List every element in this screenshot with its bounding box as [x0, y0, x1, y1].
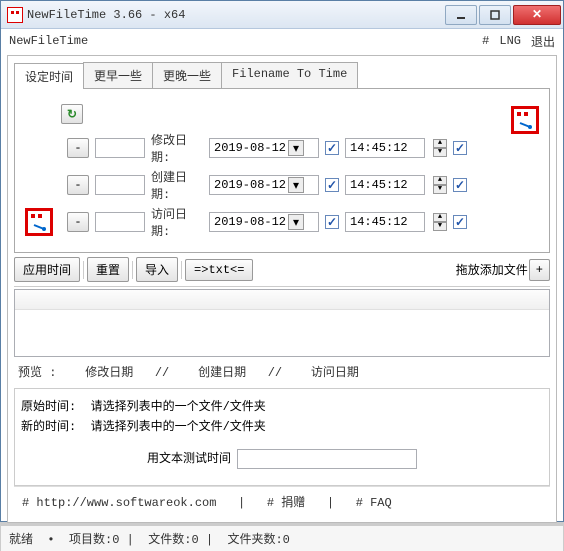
access-time-spinner[interactable]: ▲▼	[433, 213, 447, 231]
offset-access-input[interactable]	[95, 212, 145, 232]
link-homepage[interactable]: # http://www.softwareok.com	[22, 496, 216, 510]
refresh-icon: ↻	[67, 107, 77, 122]
drag-hint: 拖放添加文件	[456, 261, 528, 278]
minus-access-button[interactable]: -	[67, 212, 89, 232]
txt-button[interactable]: =>txt<=	[185, 259, 253, 281]
link-donate[interactable]: # 捐赠	[267, 496, 305, 510]
calendar-icon[interactable]: ▾	[288, 177, 304, 193]
apply-time-button[interactable]: 应用时间	[14, 257, 80, 282]
maximize-button[interactable]	[479, 5, 511, 25]
access-date-check[interactable]: ✓	[325, 215, 339, 229]
status-bar: 就绪 • 项目数:0 | 文件数:0 | 文件夹数:0	[1, 525, 563, 551]
modify-time-check[interactable]: ✓	[453, 141, 467, 155]
create-label: 创建日期:	[151, 168, 203, 202]
create-time-input[interactable]: 14:45:12	[345, 175, 425, 195]
orig-time-label: 原始时间:	[21, 400, 76, 414]
create-date-check[interactable]: ✓	[325, 178, 339, 192]
test-label: 用文本测试时间	[147, 449, 231, 469]
tab-filename-to-time[interactable]: Filename To Time	[221, 62, 358, 88]
content-area: 设定时间 更早一些 更晚一些 Filename To Time ↻ - 修改日期…	[7, 55, 557, 523]
minimize-button[interactable]	[445, 5, 477, 25]
tab-set-time[interactable]: 设定时间	[14, 63, 84, 89]
preview-row: 预览 : 修改日期 // 创建日期 // 访问日期	[14, 357, 550, 386]
offset-modify-input[interactable]	[95, 138, 145, 158]
window: NewFileTime 3.66 - x64 ✕ NewFileTime # L…	[0, 0, 564, 522]
offset-create-input[interactable]	[95, 175, 145, 195]
access-date-input[interactable]: 2019-08-12▾	[209, 212, 319, 232]
access-time-check[interactable]: ✓	[453, 215, 467, 229]
reset-button[interactable]: 重置	[87, 257, 129, 282]
menu-bar: NewFileTime # LNG 退出	[1, 29, 563, 53]
tab-earlier[interactable]: 更早一些	[83, 62, 153, 88]
calendar-icon[interactable]: ▾	[288, 214, 304, 230]
new-time-label: 新的时间:	[21, 420, 76, 434]
menu-lng[interactable]: LNG	[499, 34, 521, 48]
status-files: 文件数:0	[148, 533, 198, 547]
info-block: 原始时间: 请选择列表中的一个文件/文件夹 新的时间: 请选择列表中的一个文件/…	[14, 388, 550, 486]
modify-time-input[interactable]: 14:45:12	[345, 138, 425, 158]
refresh-button[interactable]: ↻	[61, 104, 83, 124]
app-icon	[7, 7, 23, 23]
toolbar: 应用时间 重置 导入 =>txt<= 拖放添加文件 +	[14, 253, 550, 287]
status-folders: 文件夹数:0	[227, 533, 289, 547]
modify-date-check[interactable]: ✓	[325, 141, 339, 155]
minus-create-button[interactable]: -	[67, 175, 89, 195]
title-bar: NewFileTime 3.66 - x64 ✕	[1, 1, 563, 29]
icon-top-right[interactable]	[511, 106, 539, 134]
modify-time-spinner[interactable]: ▲▼	[433, 139, 447, 157]
import-button[interactable]: 导入	[136, 257, 178, 282]
tab-panel: ↻ - 修改日期: 2019-08-12▾ ✓ 14:45:12 ▲▼ ✓ -	[14, 89, 550, 253]
tab-strip: 设定时间 更早一些 更晚一些 Filename To Time	[14, 62, 550, 89]
add-file-button[interactable]: +	[529, 259, 550, 281]
new-time-value: 请选择列表中的一个文件/文件夹	[91, 420, 266, 434]
minus-modify-button[interactable]: -	[67, 138, 89, 158]
menu-hash[interactable]: #	[482, 34, 489, 48]
create-time-spinner[interactable]: ▲▼	[433, 176, 447, 194]
calendar-icon[interactable]: ▾	[288, 140, 304, 156]
icon-bottom-left[interactable]	[25, 208, 53, 236]
orig-time-value: 请选择列表中的一个文件/文件夹	[91, 400, 266, 414]
window-title: NewFileTime 3.66 - x64	[27, 8, 445, 22]
list-header	[15, 290, 549, 310]
modify-label: 修改日期:	[151, 131, 203, 165]
menu-exit[interactable]: 退出	[531, 33, 555, 50]
access-time-input[interactable]: 14:45:12	[345, 212, 425, 232]
tab-later[interactable]: 更晚一些	[152, 62, 222, 88]
create-time-check[interactable]: ✓	[453, 178, 467, 192]
test-text-input[interactable]	[237, 449, 417, 469]
status-ready: 就绪	[9, 533, 33, 547]
modify-date-input[interactable]: 2019-08-12▾	[209, 138, 319, 158]
status-items: 项目数:0	[69, 533, 119, 547]
create-date-input[interactable]: 2019-08-12▾	[209, 175, 319, 195]
footer-links: # http://www.softwareok.com | # 捐赠 | # F…	[14, 486, 550, 516]
access-label: 访问日期:	[151, 205, 203, 239]
link-faq[interactable]: # FAQ	[356, 496, 392, 510]
file-list[interactable]	[14, 289, 550, 357]
brand-label: NewFileTime	[9, 34, 88, 48]
close-button[interactable]: ✕	[513, 5, 561, 25]
